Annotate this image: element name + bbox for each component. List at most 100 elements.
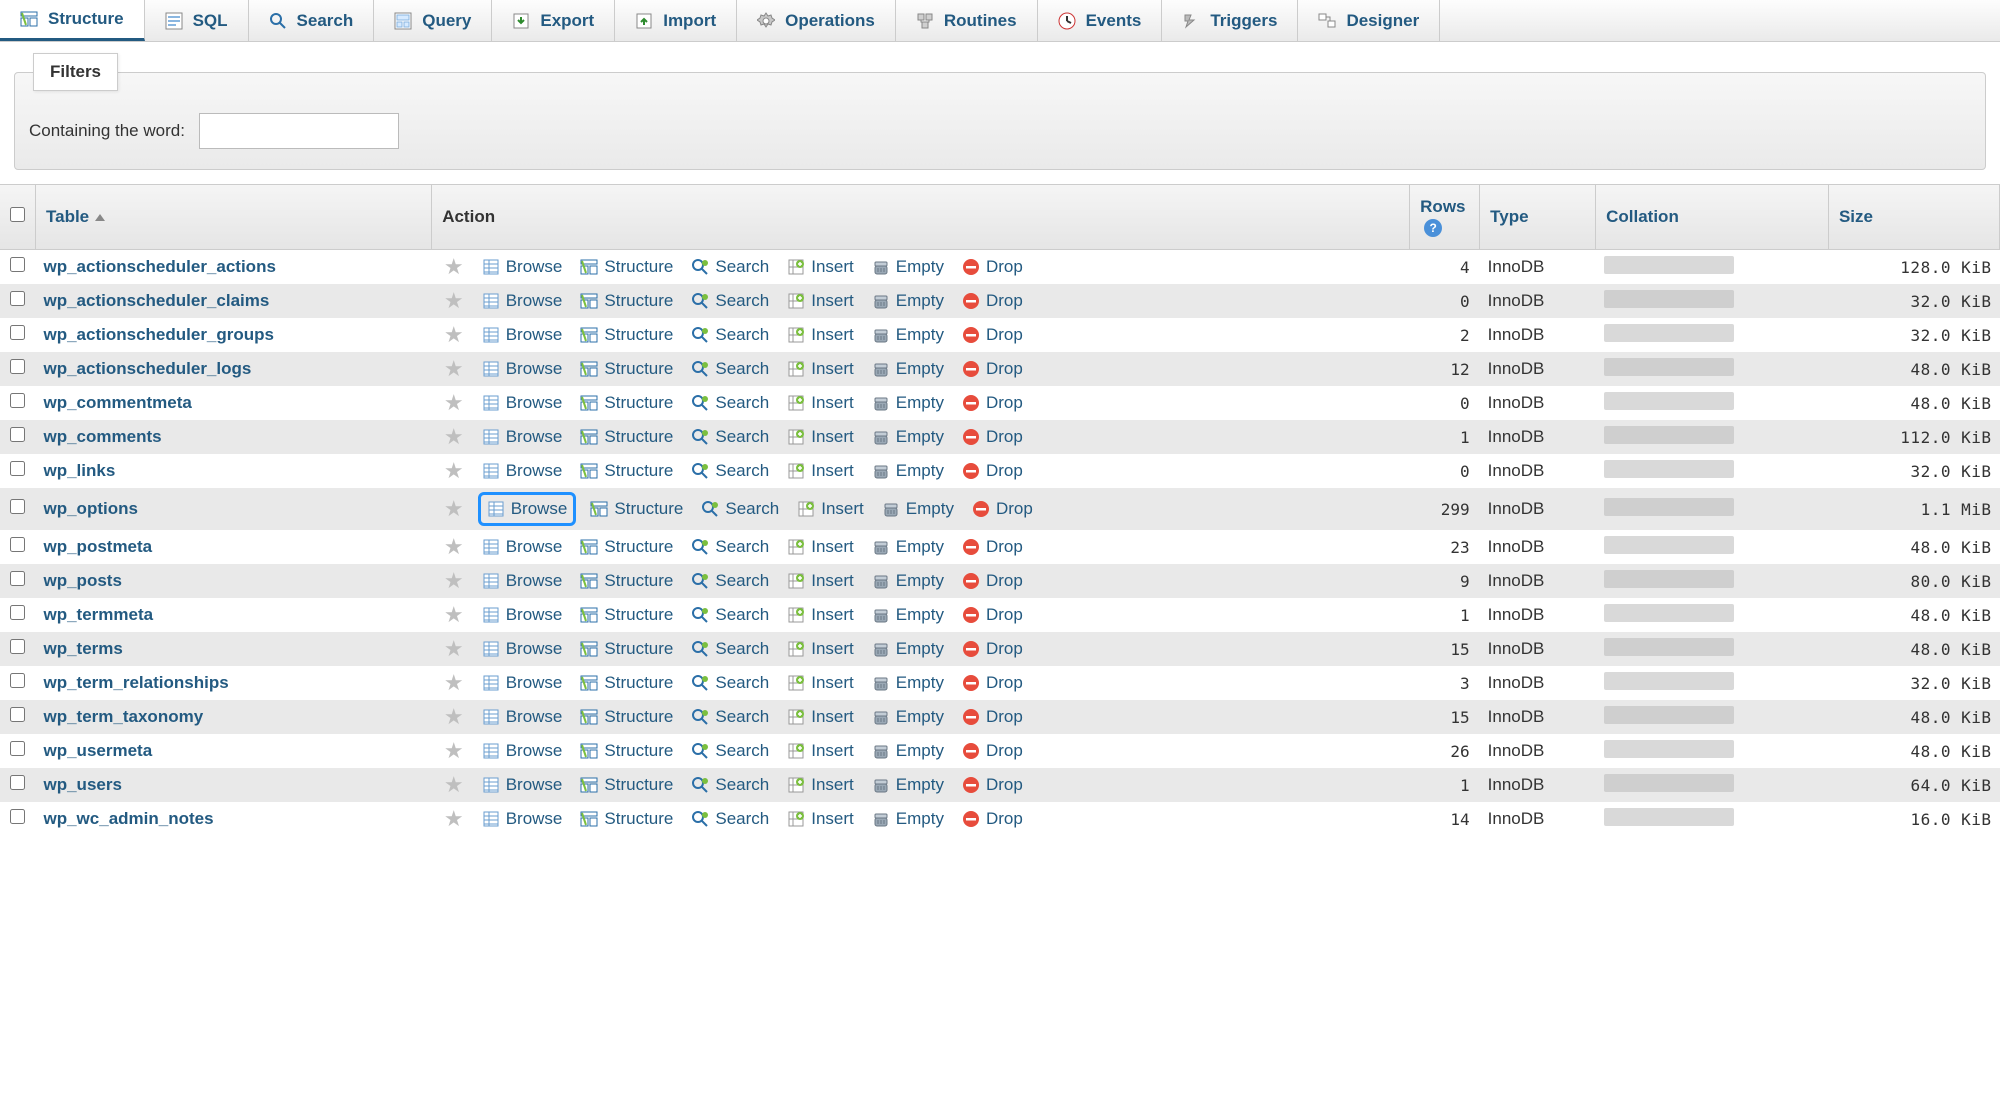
structure-action[interactable]: Structure: [576, 357, 677, 381]
col-type[interactable]: Type: [1480, 185, 1596, 250]
structure-action[interactable]: Structure: [576, 535, 677, 559]
tab-operations[interactable]: Operations: [737, 0, 896, 41]
search-action[interactable]: Search: [687, 255, 773, 279]
insert-action[interactable]: Insert: [783, 739, 858, 763]
structure-action[interactable]: Structure: [576, 739, 677, 763]
structure-action[interactable]: Structure: [576, 391, 677, 415]
search-action[interactable]: Search: [687, 637, 773, 661]
search-action[interactable]: Search: [687, 739, 773, 763]
empty-action[interactable]: Empty: [868, 773, 948, 797]
empty-action[interactable]: Empty: [868, 637, 948, 661]
structure-action[interactable]: Structure: [576, 807, 677, 831]
favorite-star-icon[interactable]: ★: [440, 806, 468, 832]
browse-action[interactable]: Browse: [478, 459, 567, 483]
empty-action[interactable]: Empty: [868, 671, 948, 695]
drop-action[interactable]: Drop: [958, 807, 1027, 831]
empty-action[interactable]: Empty: [868, 705, 948, 729]
browse-action[interactable]: Browse: [478, 535, 567, 559]
insert-action[interactable]: Insert: [783, 323, 858, 347]
tab-sql[interactable]: SQL: [145, 0, 249, 41]
row-checkbox[interactable]: [10, 325, 25, 340]
table-name-link[interactable]: wp_options: [44, 499, 138, 518]
insert-action[interactable]: Insert: [783, 671, 858, 695]
browse-action[interactable]: Browse: [478, 391, 567, 415]
drop-action[interactable]: Drop: [958, 255, 1027, 279]
empty-action[interactable]: Empty: [868, 289, 948, 313]
search-action[interactable]: Search: [687, 773, 773, 797]
browse-action[interactable]: Browse: [478, 773, 567, 797]
search-action[interactable]: Search: [687, 535, 773, 559]
drop-action[interactable]: Drop: [958, 705, 1027, 729]
search-action[interactable]: Search: [687, 289, 773, 313]
drop-action[interactable]: Drop: [958, 323, 1027, 347]
browse-action[interactable]: Browse: [478, 637, 567, 661]
row-checkbox[interactable]: [10, 775, 25, 790]
favorite-star-icon[interactable]: ★: [440, 534, 468, 560]
empty-action[interactable]: Empty: [868, 603, 948, 627]
table-name-link[interactable]: wp_wc_admin_notes: [44, 809, 214, 828]
browse-action[interactable]: Browse: [478, 603, 567, 627]
drop-action[interactable]: Drop: [958, 535, 1027, 559]
drop-action[interactable]: Drop: [958, 637, 1027, 661]
insert-action[interactable]: Insert: [783, 535, 858, 559]
search-action[interactable]: Search: [687, 603, 773, 627]
search-action[interactable]: Search: [697, 497, 783, 521]
table-name-link[interactable]: wp_posts: [44, 571, 122, 590]
row-checkbox[interactable]: [10, 257, 25, 272]
search-action[interactable]: Search: [687, 323, 773, 347]
table-name-link[interactable]: wp_actionscheduler_claims: [44, 291, 270, 310]
drop-action[interactable]: Drop: [958, 603, 1027, 627]
structure-action[interactable]: Structure: [576, 773, 677, 797]
table-name-link[interactable]: wp_termmeta: [44, 605, 154, 624]
favorite-star-icon[interactable]: ★: [440, 390, 468, 416]
table-name-link[interactable]: wp_actionscheduler_actions: [44, 257, 276, 276]
table-name-link[interactable]: wp_users: [44, 775, 122, 794]
drop-action[interactable]: Drop: [958, 569, 1027, 593]
search-action[interactable]: Search: [687, 807, 773, 831]
table-name-link[interactable]: wp_term_relationships: [44, 673, 229, 692]
row-checkbox[interactable]: [10, 427, 25, 442]
structure-action[interactable]: Structure: [576, 255, 677, 279]
drop-action[interactable]: Drop: [958, 357, 1027, 381]
tab-import[interactable]: Import: [615, 0, 737, 41]
structure-action[interactable]: Structure: [576, 671, 677, 695]
structure-action[interactable]: Structure: [586, 497, 687, 521]
browse-action[interactable]: Browse: [478, 255, 567, 279]
row-checkbox[interactable]: [10, 537, 25, 552]
empty-action[interactable]: Empty: [868, 357, 948, 381]
col-rows[interactable]: Rows?: [1410, 185, 1480, 250]
browse-action[interactable]: Browse: [478, 671, 567, 695]
filter-word-input[interactable]: [199, 113, 399, 149]
row-checkbox[interactable]: [10, 393, 25, 408]
table-name-link[interactable]: wp_commentmeta: [44, 393, 192, 412]
drop-action[interactable]: Drop: [958, 425, 1027, 449]
favorite-star-icon[interactable]: ★: [440, 322, 468, 348]
row-checkbox[interactable]: [10, 639, 25, 654]
browse-action[interactable]: Browse: [478, 425, 567, 449]
structure-action[interactable]: Structure: [576, 289, 677, 313]
row-checkbox[interactable]: [10, 499, 25, 514]
tab-query[interactable]: Query: [374, 0, 492, 41]
browse-action[interactable]: Browse: [478, 705, 567, 729]
structure-action[interactable]: Structure: [576, 637, 677, 661]
insert-action[interactable]: Insert: [783, 773, 858, 797]
insert-action[interactable]: Insert: [783, 637, 858, 661]
favorite-star-icon[interactable]: ★: [440, 288, 468, 314]
drop-action[interactable]: Drop: [958, 773, 1027, 797]
insert-action[interactable]: Insert: [783, 807, 858, 831]
search-action[interactable]: Search: [687, 459, 773, 483]
search-action[interactable]: Search: [687, 705, 773, 729]
drop-action[interactable]: Drop: [968, 497, 1037, 521]
drop-action[interactable]: Drop: [958, 739, 1027, 763]
favorite-star-icon[interactable]: ★: [440, 704, 468, 730]
drop-action[interactable]: Drop: [958, 391, 1027, 415]
empty-action[interactable]: Empty: [868, 459, 948, 483]
tab-search[interactable]: Search: [249, 0, 375, 41]
tab-routines[interactable]: Routines: [896, 0, 1038, 41]
favorite-star-icon[interactable]: ★: [440, 496, 468, 522]
favorite-star-icon[interactable]: ★: [440, 458, 468, 484]
table-name-link[interactable]: wp_actionscheduler_groups: [44, 325, 275, 344]
favorite-star-icon[interactable]: ★: [440, 424, 468, 450]
empty-action[interactable]: Empty: [868, 807, 948, 831]
row-checkbox[interactable]: [10, 741, 25, 756]
